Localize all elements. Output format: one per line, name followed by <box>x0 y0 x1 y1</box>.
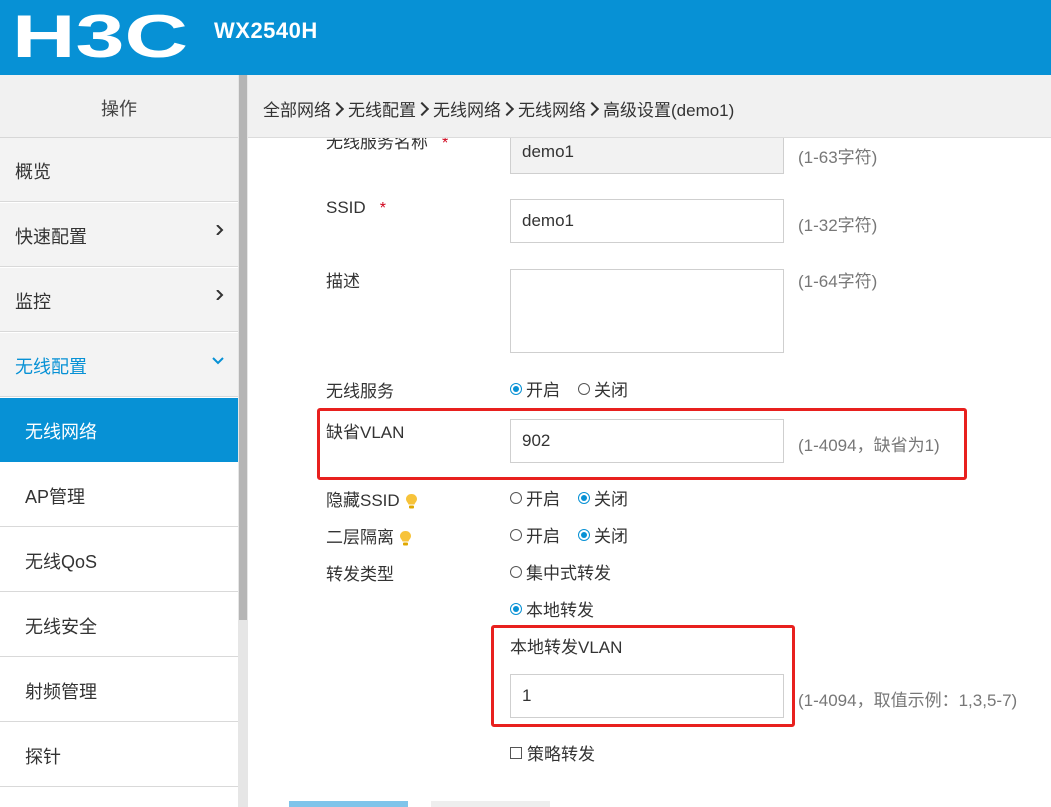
chevron-right-icon <box>499 101 515 117</box>
radio-checked-icon <box>510 382 522 395</box>
service-name-hint: (1-63字符) <box>798 148 878 167</box>
breadcrumb-item[interactable]: 无线配置 <box>348 101 416 120</box>
sidebar-scrollbar[interactable] <box>238 75 248 807</box>
chevron-right-icon <box>216 225 224 235</box>
sidebar-item-wireless-qos[interactable]: 无线QoS <box>0 528 238 592</box>
chevron-right-icon <box>584 101 600 117</box>
sidebar-item-label: AP管理 <box>25 487 86 507</box>
sidebar-item-wireless-config[interactable]: 无线配置 <box>0 333 238 397</box>
sidebar-header: 操作 <box>0 75 238 138</box>
chevron-down-icon <box>212 357 224 365</box>
breadcrumb-item[interactable]: 无线网络 <box>433 101 501 120</box>
sidebar-item-label: 射频管理 <box>25 682 97 702</box>
device-model: WX2540H <box>214 18 318 43</box>
service-name-label: 无线服务名称 * <box>326 138 448 153</box>
breadcrumb-current: 高级设置(demo1) <box>603 101 735 120</box>
ssid-hint: (1-32字符) <box>798 216 878 235</box>
highlight-box <box>317 408 967 480</box>
chevron-right-icon <box>414 101 430 117</box>
checkbox-unchecked-icon <box>510 746 522 759</box>
h3c-logo: H3C <box>12 12 188 60</box>
sidebar-item-label: 概览 <box>15 162 51 182</box>
lightbulb-icon[interactable] <box>405 494 417 509</box>
sidebar-item-label: 快速配置 <box>15 227 87 247</box>
breadcrumb-item[interactable]: 全部网络 <box>263 101 331 120</box>
description-label: 描述 <box>326 272 360 291</box>
top-header: H3C WX2540H <box>0 0 1051 75</box>
radio-unchecked-icon <box>510 528 522 541</box>
lightbulb-icon[interactable] <box>400 531 411 546</box>
hide-ssid-off-radio[interactable]: 关闭 <box>578 485 628 510</box>
wireless-service-label: 无线服务 <box>326 382 394 401</box>
chevron-right-icon <box>329 101 345 117</box>
l2-isolation-off-radio[interactable]: 关闭 <box>578 522 628 547</box>
sidebar-item-wireless-network[interactable]: 无线网络 <box>0 398 238 462</box>
ssid-label: SSID * <box>326 198 386 217</box>
radio-unchecked-icon <box>578 382 590 395</box>
highlight-box <box>491 625 795 727</box>
sidebar-item-label: 无线网络 <box>25 422 97 442</box>
radio-unchecked-icon <box>510 565 522 578</box>
l2-isolation-label: 二层隔离 <box>326 523 411 548</box>
chevron-right-icon <box>216 290 224 300</box>
cancel-button[interactable] <box>431 801 550 807</box>
local-vlan-hint: (1-4094，取值示例：1,3,5-7) <box>798 691 1018 710</box>
forward-type-label: 转发类型 <box>326 565 394 584</box>
sidebar-title: 操作 <box>101 99 137 119</box>
radio-checked-icon <box>578 491 590 504</box>
sidebar-item-label: 监控 <box>15 292 51 312</box>
sidebar-item-radio-management[interactable]: 射频管理 <box>0 658 238 722</box>
sidebar-item-label: 探针 <box>25 747 61 767</box>
svg-text:H3C: H3C <box>12 12 188 60</box>
sidebar-item-label: 无线配置 <box>15 357 87 377</box>
radio-checked-icon <box>578 528 590 541</box>
sidebar-item-label: 无线安全 <box>25 617 97 637</box>
ssid-input[interactable]: demo1 <box>510 199 784 243</box>
sidebar-item-ap-management[interactable]: AP管理 <box>0 463 238 527</box>
description-hint: (1-64字符) <box>798 272 878 291</box>
forward-central-radio[interactable]: 集中式转发 <box>510 559 611 584</box>
breadcrumb: 全部网络 无线配置 无线网络 无线网络 高级设置(demo1) <box>248 75 1051 138</box>
required-mark: * <box>442 138 449 152</box>
ok-button[interactable] <box>289 801 408 807</box>
advanced-settings-form: 无线服务名称 * demo1 (1-63字符) SSID * demo1 (1-32… <box>248 138 1051 807</box>
sidebar-item-monitor[interactable]: 监控 <box>0 268 238 332</box>
hide-ssid-on-radio[interactable]: 开启 <box>510 485 560 510</box>
forward-local-radio[interactable]: 本地转发 <box>510 596 594 621</box>
breadcrumb-item[interactable]: 无线网络 <box>518 101 586 120</box>
service-name-input[interactable]: demo1 <box>510 138 784 174</box>
radio-checked-icon <box>510 602 522 615</box>
sidebar-item-overview[interactable]: 概览 <box>0 138 238 202</box>
wireless-service-on-radio[interactable]: 开启 <box>510 376 560 401</box>
radio-unchecked-icon <box>510 491 522 504</box>
wireless-service-off-radio[interactable]: 关闭 <box>578 376 628 401</box>
sidebar-item-probe[interactable]: 探针 <box>0 723 238 787</box>
required-mark: * <box>379 200 386 217</box>
policy-forward-checkbox[interactable]: 策略转发 <box>510 740 595 765</box>
sidebar-item-wireless-security[interactable]: 无线安全 <box>0 593 238 657</box>
sidebar: 操作 概览 快速配置 监控 无线配置 无线网络 AP管理 无线QoS 无线安全 … <box>0 75 238 807</box>
sidebar-item-quick-config[interactable]: 快速配置 <box>0 203 238 267</box>
l2-isolation-on-radio[interactable]: 开启 <box>510 522 560 547</box>
description-textarea[interactable] <box>510 269 784 353</box>
sidebar-item-label: 无线QoS <box>25 552 98 572</box>
hide-ssid-label: 隐藏SSID <box>326 486 417 511</box>
sidebar-scrollbar-thumb[interactable] <box>239 75 247 620</box>
